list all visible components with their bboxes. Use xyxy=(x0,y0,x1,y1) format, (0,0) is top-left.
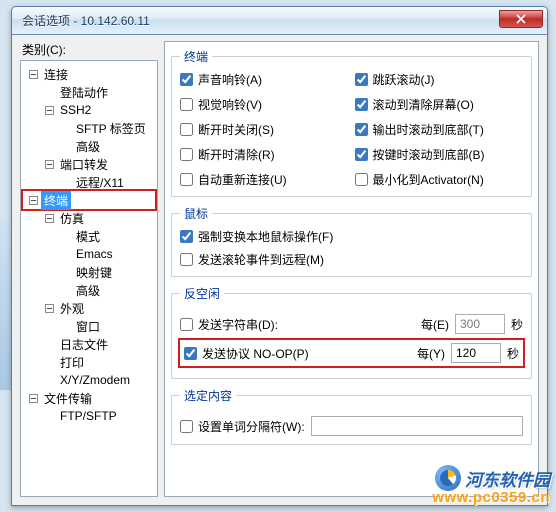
mouse-group: 鼠标 强制变换本地鼠标操作(F) 发送滚轮事件到远程(M) xyxy=(171,205,532,277)
terminal-option[interactable]: 声音响铃(A) xyxy=(180,71,349,88)
tree-item-label: 登陆动作 xyxy=(57,83,111,102)
antiidle-legend: 反空闲 xyxy=(180,285,224,302)
tree-highlight: 终端 xyxy=(21,189,157,211)
worddelim-check[interactable]: 设置单词分隔符(W): xyxy=(180,418,305,435)
tree-item[interactable]: 模式 xyxy=(23,227,155,245)
worddelim-input[interactable] xyxy=(311,416,523,436)
tree-item-label: SFTP 标签页 xyxy=(73,119,149,138)
tree-item-label: SSH2 xyxy=(57,102,94,118)
terminal-option[interactable]: 最小化到Activator(N) xyxy=(355,171,524,188)
tree-item-label: 文件传输 xyxy=(41,389,95,408)
mouse-legend: 鼠标 xyxy=(180,205,212,222)
tree-item[interactable]: 映射键 xyxy=(23,263,155,281)
terminal-option[interactable]: 断开时关闭(S) xyxy=(180,121,349,138)
tree-item[interactable]: 连接 xyxy=(23,65,155,83)
tree-item[interactable]: 登陆动作 xyxy=(23,83,155,101)
expand-icon[interactable] xyxy=(29,394,38,403)
expand-icon[interactable] xyxy=(45,106,54,115)
settings-panel: 终端 声音响铃(A) 跳跃滚动(J) 视觉响铃(V) 滚动到清除屏幕(O) 断开时关闭(… xyxy=(164,41,539,497)
mouse-wheel-check[interactable]: 发送滚轮事件到远程(M) xyxy=(180,251,523,268)
tree-item[interactable]: SFTP 标签页 xyxy=(23,119,155,137)
tree-item-label: 映射键 xyxy=(73,263,115,282)
close-button[interactable] xyxy=(499,10,543,28)
tree-item-label: 高级 xyxy=(73,281,103,300)
mouse-force-check[interactable]: 强制变换本地鼠标操作(F) xyxy=(180,228,523,245)
tree-item-label: 日志文件 xyxy=(57,335,111,354)
tree-item[interactable]: 文件传输 xyxy=(23,389,155,407)
dialog-window: 会话选项 - 10.142.60.11 类别(C): 连接登陆动作SSH2SFT… xyxy=(11,6,548,506)
tree-item-label: 高级 xyxy=(73,137,103,156)
terminal-option[interactable]: 滚动到清除屏幕(O) xyxy=(355,96,524,113)
category-label: 类别(C): xyxy=(20,41,158,58)
selection-legend: 选定内容 xyxy=(180,387,236,404)
tree-item[interactable]: 仿真 xyxy=(23,209,155,227)
terminal-option[interactable]: 自动重新连接(U) xyxy=(180,171,349,188)
expand-icon[interactable] xyxy=(45,160,54,169)
expand-icon[interactable] xyxy=(29,196,38,205)
tree-item[interactable]: 窗口 xyxy=(23,317,155,335)
category-tree[interactable]: 连接登陆动作SSH2SFTP 标签页高级端口转发远程/X11终端仿真模式Emac… xyxy=(20,60,158,497)
terminal-legend: 终端 xyxy=(180,48,212,65)
tree-item-label: 窗口 xyxy=(73,317,103,336)
tree-item-label: 模式 xyxy=(73,227,103,246)
every-e-input[interactable] xyxy=(455,314,505,334)
tree-item[interactable]: 终端 xyxy=(23,191,155,209)
tree-item[interactable]: 外观 xyxy=(23,299,155,317)
tree-item[interactable]: 端口转发 xyxy=(23,155,155,173)
tree-item-label: 远程/X11 xyxy=(73,173,127,192)
expand-icon[interactable] xyxy=(29,70,38,79)
tree-item-label: 外观 xyxy=(57,299,87,318)
tree-item[interactable]: 打印 xyxy=(23,353,155,371)
tree-item-label: FTP/SFTP xyxy=(57,408,120,424)
selection-group: 选定内容 设置单词分隔符(W): xyxy=(171,387,532,445)
terminal-group: 终端 声音响铃(A) 跳跃滚动(J) 视觉响铃(V) 滚动到清除屏幕(O) 断开时关闭(… xyxy=(171,48,532,197)
tree-item-label: Emacs xyxy=(73,246,116,262)
every-y-label: 每(Y) xyxy=(417,345,445,362)
tree-item-label: 终端 xyxy=(41,191,71,210)
tree-item-label: 连接 xyxy=(41,65,71,84)
sendstr-check[interactable]: 发送字符串(D): xyxy=(180,316,278,333)
noop-row-highlight: 发送协议 NO-OP(P) 每(Y) 秒 xyxy=(178,338,525,368)
close-icon xyxy=(516,14,526,24)
terminal-option[interactable]: 断开时清除(R) xyxy=(180,146,349,163)
tree-item-label: 打印 xyxy=(57,353,87,372)
every-e-label: 每(E) xyxy=(421,316,449,333)
tree-item[interactable]: Emacs xyxy=(23,245,155,263)
tree-item-label: X/Y/Zmodem xyxy=(57,372,133,388)
terminal-option[interactable]: 输出时滚动到底部(T) xyxy=(355,121,524,138)
tree-item[interactable]: FTP/SFTP xyxy=(23,407,155,425)
tree-item-label: 端口转发 xyxy=(57,155,111,174)
noop-check[interactable]: 发送协议 NO-OP(P) xyxy=(184,345,324,362)
tree-item[interactable]: SSH2 xyxy=(23,101,155,119)
tree-item[interactable]: 日志文件 xyxy=(23,335,155,353)
sec-label-1: 秒 xyxy=(511,316,523,333)
expand-icon[interactable] xyxy=(45,214,54,223)
terminal-option[interactable]: 按键时滚动到底部(B) xyxy=(355,146,524,163)
sec-label-2: 秒 xyxy=(507,345,519,362)
terminal-option[interactable]: 跳跃滚动(J) xyxy=(355,71,524,88)
window-title: 会话选项 - 10.142.60.11 xyxy=(22,12,499,29)
tree-item[interactable]: 高级 xyxy=(23,137,155,155)
tree-item[interactable]: 高级 xyxy=(23,281,155,299)
titlebar[interactable]: 会话选项 - 10.142.60.11 xyxy=(12,7,547,35)
every-y-input[interactable] xyxy=(451,343,501,363)
terminal-option[interactable]: 视觉响铃(V) xyxy=(180,96,349,113)
expand-icon[interactable] xyxy=(45,304,54,313)
tree-item-label: 仿真 xyxy=(57,209,87,228)
tree-item[interactable]: X/Y/Zmodem xyxy=(23,371,155,389)
antiidle-group: 反空闲 发送字符串(D): 每(E) 秒 发送协议 NO-OP(P xyxy=(171,285,532,379)
